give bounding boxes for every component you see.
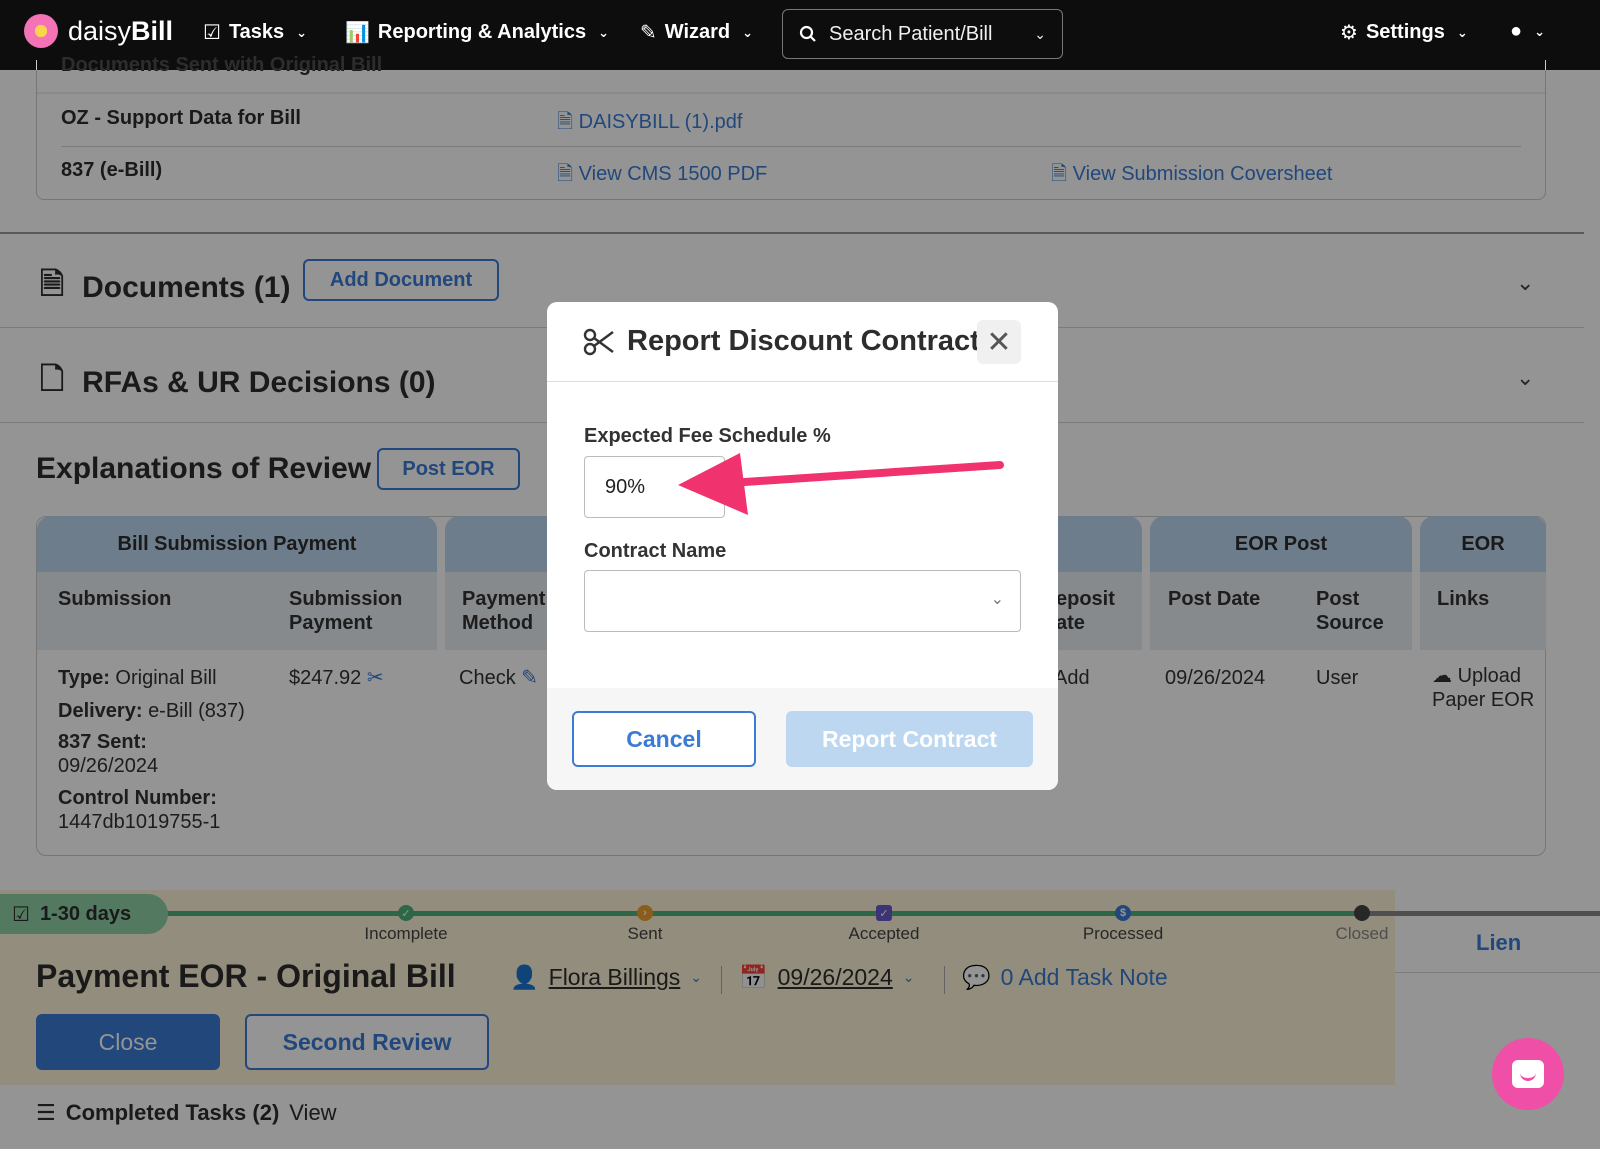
- magic-wand-icon: ✎: [640, 22, 657, 44]
- nav-tasks[interactable]: ☑ Tasks ⌄: [203, 20, 307, 45]
- brand-text-bold: Bill: [131, 15, 174, 46]
- close-icon[interactable]: ✕: [977, 320, 1021, 364]
- daisy-logo-icon: [24, 14, 58, 48]
- chevron-down-icon: ⌄: [598, 24, 609, 40]
- nav-settings[interactable]: ⚙ Settings ⌄: [1340, 20, 1468, 45]
- contract-name-label: Contract Name: [584, 540, 727, 562]
- nav-wizard[interactable]: ✎ Wizard ⌄: [640, 20, 753, 45]
- chevron-down-icon: ⌄: [1034, 25, 1046, 42]
- report-contract-button[interactable]: Report Contract: [786, 711, 1033, 767]
- search-patient-bill[interactable]: Search Patient/Bill ⌄: [782, 9, 1063, 59]
- chevron-down-icon: ⌄: [296, 24, 308, 40]
- search-placeholder: Search Patient/Bill: [829, 22, 993, 45]
- chat-icon: [1512, 1060, 1544, 1088]
- search-icon: [799, 25, 816, 42]
- chat-launcher-button[interactable]: [1492, 1038, 1564, 1110]
- brand-text: daisy: [68, 15, 132, 46]
- nav-settings-label: Settings: [1365, 21, 1445, 43]
- nav-reporting[interactable]: 📊 Reporting & Analytics ⌄: [345, 20, 609, 45]
- nav-reporting-label: Reporting & Analytics: [377, 21, 587, 43]
- bar-chart-icon: 📊: [345, 22, 370, 44]
- chevron-down-icon: ⌄: [742, 24, 754, 40]
- scissors-icon: [583, 328, 614, 355]
- chevron-down-icon: ⌄: [1534, 23, 1545, 39]
- chevron-down-icon: ⌄: [1456, 24, 1468, 40]
- gear-icon: ⚙: [1340, 22, 1358, 44]
- clipboard-check-icon: ☑: [203, 22, 221, 44]
- contract-name-select[interactable]: ⌄: [584, 570, 1021, 632]
- nav-account[interactable]: ● ⌄: [1510, 20, 1545, 43]
- report-discount-contract-modal: Report Discount Contract ✕ Expected Fee …: [547, 302, 1058, 790]
- nav-tasks-label: Tasks: [228, 21, 285, 43]
- cancel-button[interactable]: Cancel: [572, 711, 756, 767]
- brand-logo[interactable]: daisyBill: [24, 14, 173, 48]
- modal-title: Report Discount Contract: [627, 325, 980, 357]
- nav-wizard-label: Wizard: [664, 21, 731, 43]
- annotation-arrow: [678, 453, 1004, 515]
- chevron-down-icon: ⌄: [990, 591, 1004, 608]
- user-circle-icon: ●: [1510, 20, 1523, 42]
